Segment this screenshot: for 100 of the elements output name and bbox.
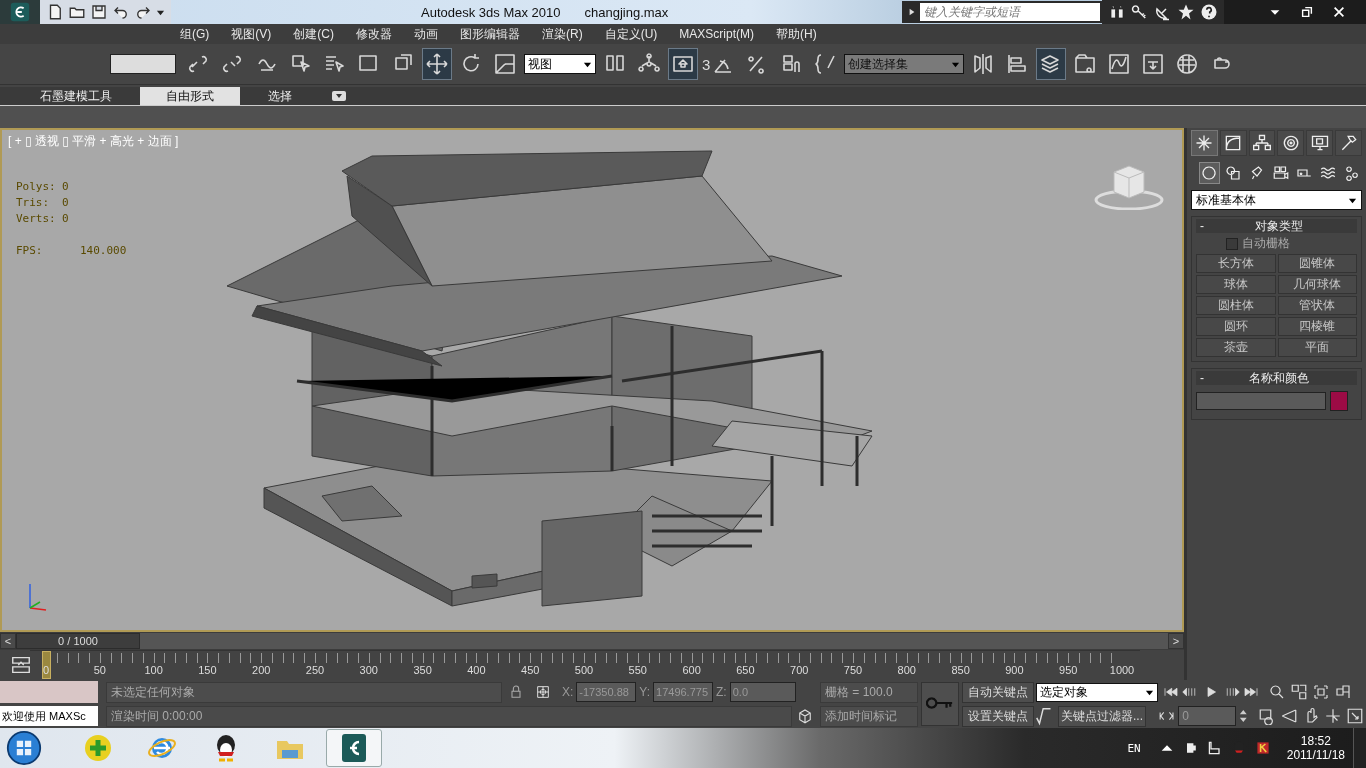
- primitive-button[interactable]: 平面: [1277, 338, 1357, 357]
- primitive-button[interactable]: 长方体: [1196, 254, 1276, 273]
- collapse-toggle[interactable]: -: [1200, 371, 1204, 385]
- primitive-type-dropdown[interactable]: 标准基本体: [1191, 190, 1362, 210]
- clock[interactable]: 18:52 2011/11/18: [1286, 734, 1345, 762]
- menu-item[interactable]: 自定义(U): [604, 25, 658, 43]
- utilities-tab[interactable]: [1335, 130, 1362, 156]
- previous-frame-button[interactable]: <: [0, 633, 16, 649]
- zoom-icon[interactable]: [1268, 683, 1286, 701]
- menu-item[interactable]: 动画: [414, 25, 438, 43]
- sphere-category-button[interactable]: [1199, 162, 1220, 184]
- rollout-header[interactable]: - 名称和颜色: [1196, 371, 1357, 385]
- primitive-button[interactable]: 圆柱体: [1196, 296, 1276, 315]
- stat-value: 0: [62, 196, 69, 209]
- create-tab[interactable]: [1191, 130, 1218, 156]
- menu-item[interactable]: MAXScript(M): [679, 27, 754, 41]
- primitive-button[interactable]: 几何球体: [1277, 275, 1357, 294]
- frame-number: 700: [790, 664, 809, 677]
- star-icon[interactable]: [1177, 3, 1195, 21]
- display-icon: [1309, 133, 1330, 153]
- hierarchy-tab[interactable]: [1248, 130, 1276, 156]
- curve-icon: [1107, 52, 1132, 76]
- menu-item[interactable]: 创建(C): [293, 25, 334, 43]
- menu-item[interactable]: 视图(V): [231, 25, 272, 43]
- field-of-view-icon[interactable]: [1280, 707, 1298, 725]
- display-tab[interactable]: [1306, 130, 1334, 156]
- add-time-tag-field[interactable]: 添加时间标记: [820, 705, 918, 727]
- move-button[interactable]: [422, 48, 452, 80]
- current-frame-marker[interactable]: [42, 651, 51, 679]
- menu-item[interactable]: 图形编辑器: [460, 25, 520, 43]
- maximize-viewport-icon[interactable]: [1346, 707, 1364, 725]
- search-field[interactable]: 键入关键字或短语: [920, 3, 1100, 21]
- go-to-start-icon[interactable]: [1162, 685, 1180, 699]
- auto-key-button[interactable]: 自动关键点: [962, 681, 1034, 703]
- key-mode-dropdown[interactable]: 选定对象: [1036, 682, 1158, 702]
- track-bar[interactable]: 0 50 100 150 200 250 300 350 400 450 500 550 600 650 700 750 800 850 900 950 1000: [30, 650, 1140, 681]
- save-icon[interactable]: [90, 3, 108, 21]
- primitive-button[interactable]: 球体: [1196, 275, 1276, 294]
- zoom-extents-all-icon[interactable]: [1334, 683, 1352, 701]
- spinner-icon[interactable]: [1239, 707, 1248, 725]
- menu-item[interactable]: 修改器: [356, 25, 392, 43]
- motion-tab[interactable]: [1277, 130, 1305, 156]
- key-icon[interactable]: [1131, 3, 1149, 21]
- menu-item[interactable]: 帮助(H): [776, 25, 817, 43]
- restore-icon[interactable]: [1300, 5, 1314, 19]
- rollout-header[interactable]: - 对象类型: [1196, 219, 1357, 233]
- layers-button[interactable]: [1036, 48, 1067, 80]
- time-slider-thumb[interactable]: 0 / 1000: [16, 633, 140, 649]
- auto-grid-checkbox[interactable]: [1226, 237, 1238, 250]
- lock-icon[interactable]: [508, 684, 524, 700]
- modify-tab[interactable]: [1219, 130, 1247, 156]
- expand-arrow-icon[interactable]: [908, 7, 916, 17]
- taskbar-app-button[interactable]: [326, 729, 382, 767]
- language-indicator[interactable]: EN: [1127, 741, 1141, 755]
- help-icon[interactable]: [1200, 3, 1218, 21]
- start-button-icon[interactable]: [6, 730, 42, 766]
- selection-filter-dropdown[interactable]: [110, 54, 176, 74]
- primitive-button[interactable]: 四棱锥: [1277, 317, 1357, 336]
- curve-editor-toggle-icon[interactable]: [10, 654, 32, 676]
- collapse-toggle[interactable]: -: [1200, 219, 1204, 233]
- app-icon: [82, 732, 114, 764]
- primitive-button[interactable]: 圆锥体: [1277, 254, 1357, 273]
- network-icon[interactable]: [1206, 740, 1223, 756]
- zoom-all-icon[interactable]: [1290, 683, 1308, 701]
- named-selection-dropdown[interactable]: 创建选择集: [844, 54, 965, 74]
- orbit-icon[interactable]: [1324, 707, 1342, 725]
- ribbon-tab[interactable]: 石墨建模工具: [14, 87, 138, 105]
- frame-number: 300: [359, 664, 378, 677]
- primitive-button[interactable]: 圆环: [1196, 317, 1276, 336]
- ribbon-menu-caret-icon[interactable]: [332, 91, 346, 101]
- time-configuration-icon[interactable]: [1258, 707, 1276, 725]
- set-key-mode-button[interactable]: 设置关键点: [962, 705, 1034, 727]
- next-frame-button[interactable]: >: [1168, 633, 1184, 649]
- fps-value: 140.000: [80, 244, 127, 257]
- object-color-swatch[interactable]: [1330, 391, 1348, 411]
- zoom-extents-icon[interactable]: [1312, 683, 1330, 701]
- key-mode-toggle-icon[interactable]: [1158, 709, 1176, 723]
- reference-coordinate-dropdown[interactable]: 视图: [524, 54, 596, 74]
- menu-item[interactable]: 渲染(R): [542, 25, 583, 43]
- application-button[interactable]: [0, 0, 40, 24]
- object-name-field[interactable]: [1196, 392, 1326, 410]
- menu-item[interactable]: 组(G): [180, 25, 210, 43]
- transform-mode-icon[interactable]: [535, 684, 551, 700]
- render-time-readout: 渲染时间 0:00:00: [106, 705, 792, 727]
- go-to-end-icon[interactable]: [1242, 685, 1260, 699]
- time-slider-track[interactable]: < 0 / 1000 >: [0, 633, 1184, 649]
- ribbon-tab[interactable]: 选择: [242, 87, 318, 105]
- time-tag-icon[interactable]: [796, 707, 814, 725]
- listener-input[interactable]: 欢迎使用 MAXSc: [0, 706, 98, 726]
- close-icon[interactable]: [1332, 5, 1346, 19]
- primitive-button[interactable]: 茶壶: [1196, 338, 1276, 357]
- hierarchy-icon: [1252, 133, 1273, 153]
- primitive-button[interactable]: 管状体: [1277, 296, 1357, 315]
- key-filters-button[interactable]: 关键点过滤器...: [1058, 705, 1146, 727]
- binoculars-icon[interactable]: [1108, 3, 1126, 21]
- frame-number: 400: [467, 664, 486, 677]
- frame-number: 750: [843, 664, 863, 677]
- ribbon-tab[interactable]: 自由形式: [140, 87, 240, 105]
- frame-number: 800: [897, 664, 916, 677]
- upload-button[interactable]: [668, 48, 698, 80]
